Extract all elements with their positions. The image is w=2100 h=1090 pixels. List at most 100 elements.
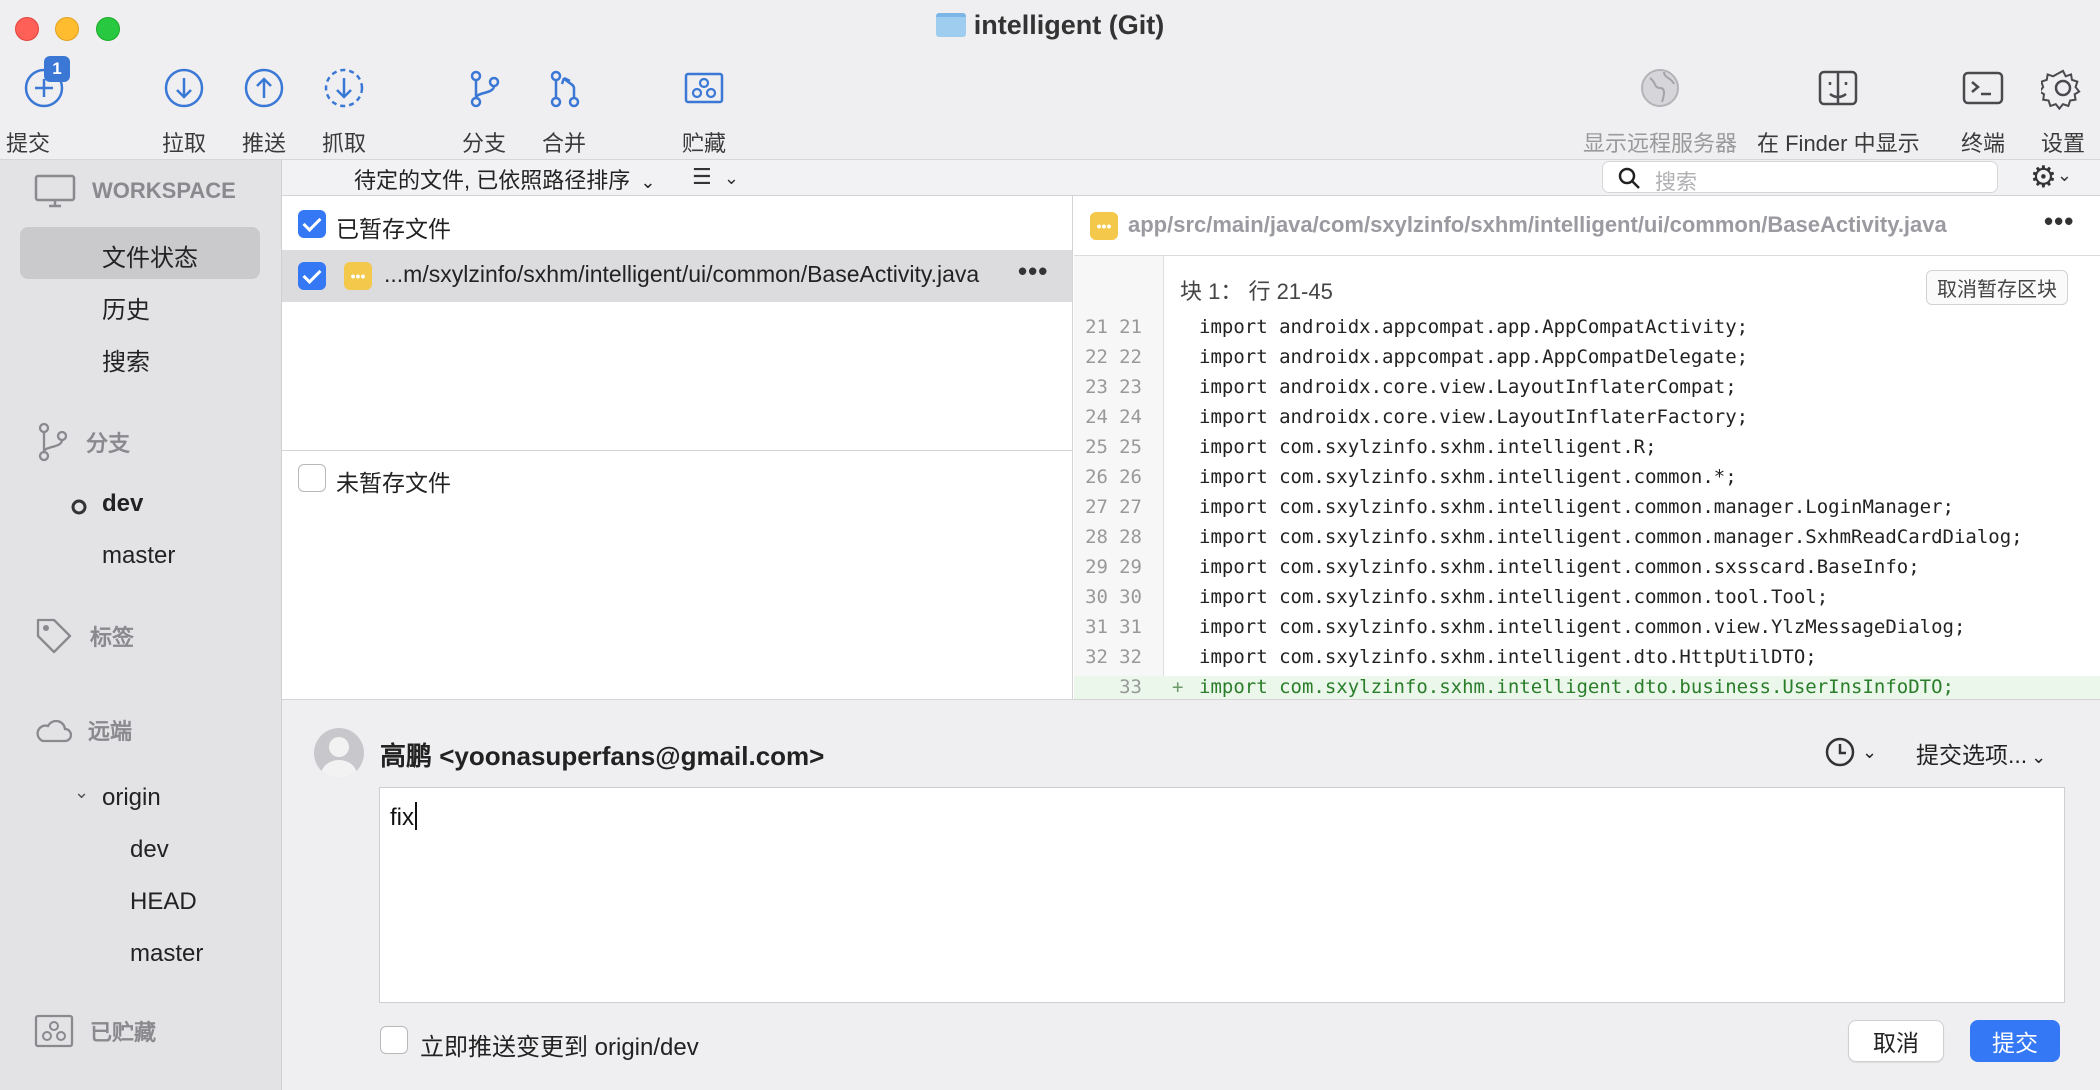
sidebar-item-history[interactable]: 历史 xyxy=(102,290,150,325)
file-list-pane: 已暂存文件 ••• ...m/sxylzinfo/sxhm/intelligen… xyxy=(282,196,1073,699)
commit-author: 高鹏 <yoonasuperfans@gmail.com> xyxy=(380,741,825,771)
commit-button[interactable]: 提交 xyxy=(1970,1020,2060,1062)
old-line-number: 24 xyxy=(1085,406,1108,428)
diff-line: 26 26 import com.sxylzinfo.sxhm.intelligen… xyxy=(1074,466,2100,496)
new-line-number: 28 xyxy=(1119,526,1142,548)
old-line-number: 22 xyxy=(1085,346,1108,368)
more-options-icon[interactable]: ••• xyxy=(2044,206,2074,237)
sidebar: WORKSPACE 文件状态 历史 搜索 分支 dev master 标签 远端… xyxy=(0,160,282,1090)
chevron-down-icon: ⌄ xyxy=(723,168,739,188)
file-stage-checkbox[interactable] xyxy=(298,262,326,290)
diff-pane: ••• app/src/main/java/com/sxylzinfo/sxhm… xyxy=(1074,196,2100,699)
diff-line: 24 24 import androidx.core.view.LayoutInfl… xyxy=(1074,406,2100,436)
chevron-down-icon: ⌄ xyxy=(2056,165,2072,185)
sidebar-item-file-status-label[interactable]: 文件状态 xyxy=(102,238,198,273)
history-dropdown[interactable]: ⌄ xyxy=(1824,732,1884,772)
unstaged-files-label: 未暂存文件 xyxy=(336,470,451,496)
old-line-number: 27 xyxy=(1085,496,1108,518)
globe-icon xyxy=(1630,58,1690,118)
commit-message-input[interactable]: fix xyxy=(379,787,2065,1003)
remotes-header[interactable]: 远端 xyxy=(34,714,132,746)
code-text: import com.sxylzinfo.sxhm.intelligent.co… xyxy=(1199,616,1966,638)
code-text: import androidx.appcompat.app.AppCompatA… xyxy=(1199,316,1749,338)
code-text: import androidx.core.view.LayoutInflater… xyxy=(1199,376,1737,398)
staged-files-checkbox[interactable] xyxy=(298,210,326,238)
code-text: import com.sxylzinfo.sxhm.intelligent.co… xyxy=(1199,586,1829,608)
file-path: ...m/sxylzinfo/sxhm/intelligent/ui/commo… xyxy=(384,261,980,287)
diff-line: 30 30 import com.sxylzinfo.sxhm.intelligen… xyxy=(1074,586,2100,616)
commit-options-dropdown[interactable]: 提交选项... ⌄ xyxy=(1916,736,2046,770)
show-in-finder-button[interactable]: 在 Finder 中显示 xyxy=(1757,58,1920,158)
code-text: import com.sxylzinfo.sxhm.intelligent.co… xyxy=(1199,526,2023,548)
new-line-number: 27 xyxy=(1119,496,1142,518)
stash-icon xyxy=(674,58,734,118)
old-line-number: 31 xyxy=(1085,616,1108,638)
terminal-tool-button[interactable]: 终端 xyxy=(1953,58,2013,158)
old-line-number: 26 xyxy=(1085,466,1108,488)
toolbar: intelligent (Git) 1 提交 拉取 推送 抓取 分支 合并 贮藏… xyxy=(0,0,2100,160)
commit-count-badge: 1 xyxy=(44,56,70,82)
settings-tool-button[interactable]: 设置 xyxy=(2033,58,2093,158)
search-field[interactable]: 搜索 xyxy=(1602,161,1998,194)
commit-panel: 高鹏 <yoonasuperfans@gmail.com> ⌄ 提交选项... ⌄… xyxy=(282,699,2100,1090)
sidebar-remote-branch-master[interactable]: master xyxy=(130,940,203,968)
old-line-number: 23 xyxy=(1085,376,1108,398)
sidebar-remote-branch-dev[interactable]: dev xyxy=(130,836,169,864)
view-options-dropdown[interactable]: ⚙⌄ xyxy=(2030,160,2072,195)
code-text: import androidx.core.view.LayoutInflater… xyxy=(1199,406,1749,428)
unstaged-files-checkbox[interactable] xyxy=(298,464,326,492)
new-line-number: 22 xyxy=(1119,346,1142,368)
sidebar-branch-master[interactable]: master xyxy=(102,542,175,570)
modified-file-icon: ••• xyxy=(344,262,372,290)
push-tool-button[interactable]: 推送 xyxy=(234,58,294,158)
diff-line: 31 31 import com.sxylzinfo.sxhm.intelligen… xyxy=(1074,616,2100,646)
diff-line: 23 23 import androidx.core.view.LayoutInfl… xyxy=(1074,376,2100,406)
pull-tool-button[interactable]: 拉取 xyxy=(154,58,214,158)
old-line-number: 30 xyxy=(1085,586,1108,608)
commit-icon: 1 xyxy=(14,56,74,118)
staged-file-row[interactable]: ••• ...m/sxylzinfo/sxhm/intelligent/ui/c… xyxy=(282,250,1072,302)
diff-line: 33 + import com.sxylzinfo.sxhm.intelligent… xyxy=(1074,676,2100,699)
stash-icon xyxy=(34,1014,74,1048)
tags-header[interactable]: 标签 xyxy=(34,616,134,656)
merge-tool-button[interactable]: 合并 xyxy=(534,58,594,158)
push-immediately-label: 立即推送变更到 origin/dev xyxy=(420,1034,699,1061)
sidebar-branch-dev[interactable]: dev xyxy=(102,490,143,518)
old-line-number: 29 xyxy=(1085,556,1108,578)
current-branch-indicator-icon xyxy=(70,495,88,523)
stashes-header[interactable]: 已贮藏 xyxy=(34,1014,156,1048)
chevron-down-icon: ⌄ xyxy=(640,172,656,192)
clock-icon xyxy=(1825,737,1855,767)
commit-tool-button[interactable]: 1 提交 xyxy=(6,56,74,158)
list-view-dropdown[interactable]: ☰ ⌄ xyxy=(692,164,739,190)
branch-tool-button[interactable]: 分支 xyxy=(454,58,514,158)
avatar xyxy=(314,728,364,778)
code-text: import androidx.appcompat.app.AppCompatD… xyxy=(1199,346,1749,368)
monitor-icon xyxy=(34,174,76,208)
branch-icon xyxy=(38,422,68,462)
more-options-icon[interactable]: ••• xyxy=(1018,256,1048,287)
new-line-number: 26 xyxy=(1119,466,1142,488)
sidebar-remote-branch-head[interactable]: HEAD xyxy=(130,888,197,916)
commit-message-text: fix xyxy=(390,804,414,831)
stash-tool-button[interactable]: 贮藏 xyxy=(674,58,734,158)
unstage-hunk-button[interactable]: 取消暂存区块 xyxy=(1926,270,2068,305)
sort-dropdown[interactable]: 待定的文件, 已依照路径排序 ⌄ xyxy=(354,163,655,195)
chevron-down-icon[interactable]: ⌄ xyxy=(74,782,89,803)
diff-line: 29 29 import com.sxylzinfo.sxhm.intelligen… xyxy=(1074,556,2100,586)
branches-header[interactable]: 分支 xyxy=(34,422,130,462)
fetch-tool-button[interactable]: 抓取 xyxy=(314,58,374,158)
code-text: import com.sxylzinfo.sxhm.intelligent.dt… xyxy=(1199,646,1817,668)
diff-line: 21 21 import androidx.appcompat.app.AppCom… xyxy=(1074,316,2100,346)
fetch-icon xyxy=(314,58,374,118)
sidebar-item-search[interactable]: 搜索 xyxy=(102,342,150,377)
cancel-button[interactable]: 取消 xyxy=(1848,1020,1944,1062)
cloud-icon xyxy=(36,719,72,743)
staged-files-label: 已暂存文件 xyxy=(336,216,451,242)
chevron-down-icon: ⌄ xyxy=(1862,741,1878,762)
diff-file-path: app/src/main/java/com/sxylzinfo/sxhm/int… xyxy=(1128,212,1947,237)
new-line-number: 30 xyxy=(1119,586,1142,608)
sidebar-remote-origin[interactable]: origin xyxy=(102,784,161,812)
show-remote-servers-button[interactable]: 显示远程服务器 xyxy=(1583,58,1737,158)
push-immediately-checkbox[interactable] xyxy=(380,1026,408,1054)
